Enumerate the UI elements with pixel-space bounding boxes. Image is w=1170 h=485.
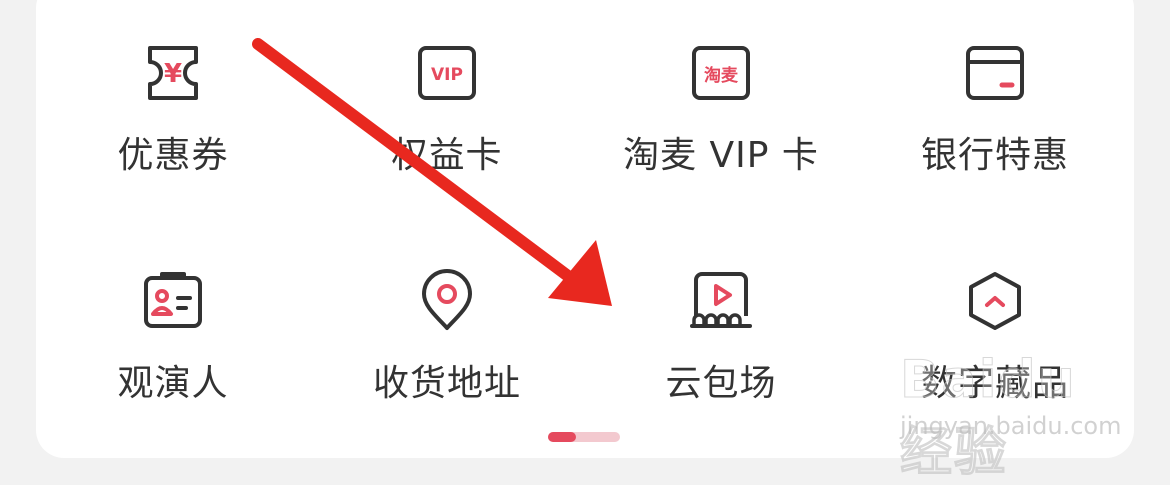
audience-entry[interactable]: 观演人 <box>38 268 308 428</box>
coupon-entry[interactable]: ¥ 优惠券 <box>38 40 308 200</box>
taomai-vip-label: 淘麦 VIP 卡 <box>623 135 819 176</box>
watermark-sub: jingyan.baidu.com <box>900 412 1122 440</box>
coupon-icon: ¥ <box>148 46 198 100</box>
bank-card-icon <box>966 46 1024 100</box>
benefit-card-entry[interactable]: VIP 权益卡 <box>312 40 582 200</box>
watermark: Baidu经验 jingyan.baidu.com <box>880 340 1122 484</box>
location-pin-icon <box>422 269 472 330</box>
id-card-icon <box>144 272 202 328</box>
svg-text:VIP: VIP <box>431 65 463 85</box>
coupon-label: 优惠券 <box>117 135 229 176</box>
cloud-booking-label: 云包场 <box>665 363 777 404</box>
vip-card-icon: VIP <box>418 46 476 100</box>
benefit-card-label: 权益卡 <box>391 135 503 176</box>
svg-text:¥: ¥ <box>164 59 182 89</box>
address-entry[interactable]: 收货地址 <box>312 268 582 428</box>
bank-offers-label: 银行特惠 <box>920 135 1069 176</box>
page-indicator-active <box>548 432 576 442</box>
svg-text:淘麦: 淘麦 <box>704 65 739 86</box>
bank-offers-entry[interactable]: 银行特惠 <box>860 40 1130 200</box>
audience-label: 观演人 <box>117 363 229 404</box>
hexagon-icon <box>969 272 1021 330</box>
taomai-vip-entry[interactable]: 淘麦 淘麦 VIP 卡 <box>586 40 856 200</box>
taomai-icon: 淘麦 <box>692 46 750 100</box>
cinema-play-icon <box>690 272 752 328</box>
cloud-booking-entry[interactable]: 云包场 <box>586 268 856 428</box>
address-label: 收货地址 <box>372 363 521 404</box>
